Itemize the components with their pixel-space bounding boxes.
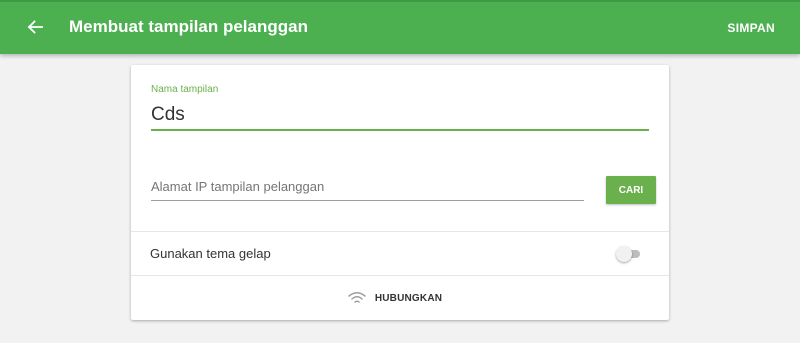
save-button[interactable]: SIMPAN [727,21,775,35]
dark-theme-label: Gunakan tema gelap [150,246,271,261]
wifi-icon [348,291,366,305]
search-button[interactable]: CARI [606,176,656,204]
ip-address-input[interactable] [151,173,584,201]
arrow-back-icon [27,20,43,34]
back-button[interactable] [22,14,48,40]
dark-theme-toggle[interactable] [616,246,642,262]
app-bar: Membuat tampilan pelanggan SIMPAN [0,0,800,54]
connect-label: HUBUNGKAN [374,292,443,304]
toggle-thumb [616,246,632,262]
display-name-label: Nama tampilan [151,84,219,95]
display-name-input[interactable] [151,101,649,131]
connect-button[interactable]: HUBUNGKAN [131,276,669,320]
dark-theme-row: Gunakan tema gelap [131,232,669,275]
page-title: Membuat tampilan pelanggan [69,17,308,36]
customer-display-form-card: Nama tampilan CARI Gunakan tema gelap HU… [131,65,669,320]
